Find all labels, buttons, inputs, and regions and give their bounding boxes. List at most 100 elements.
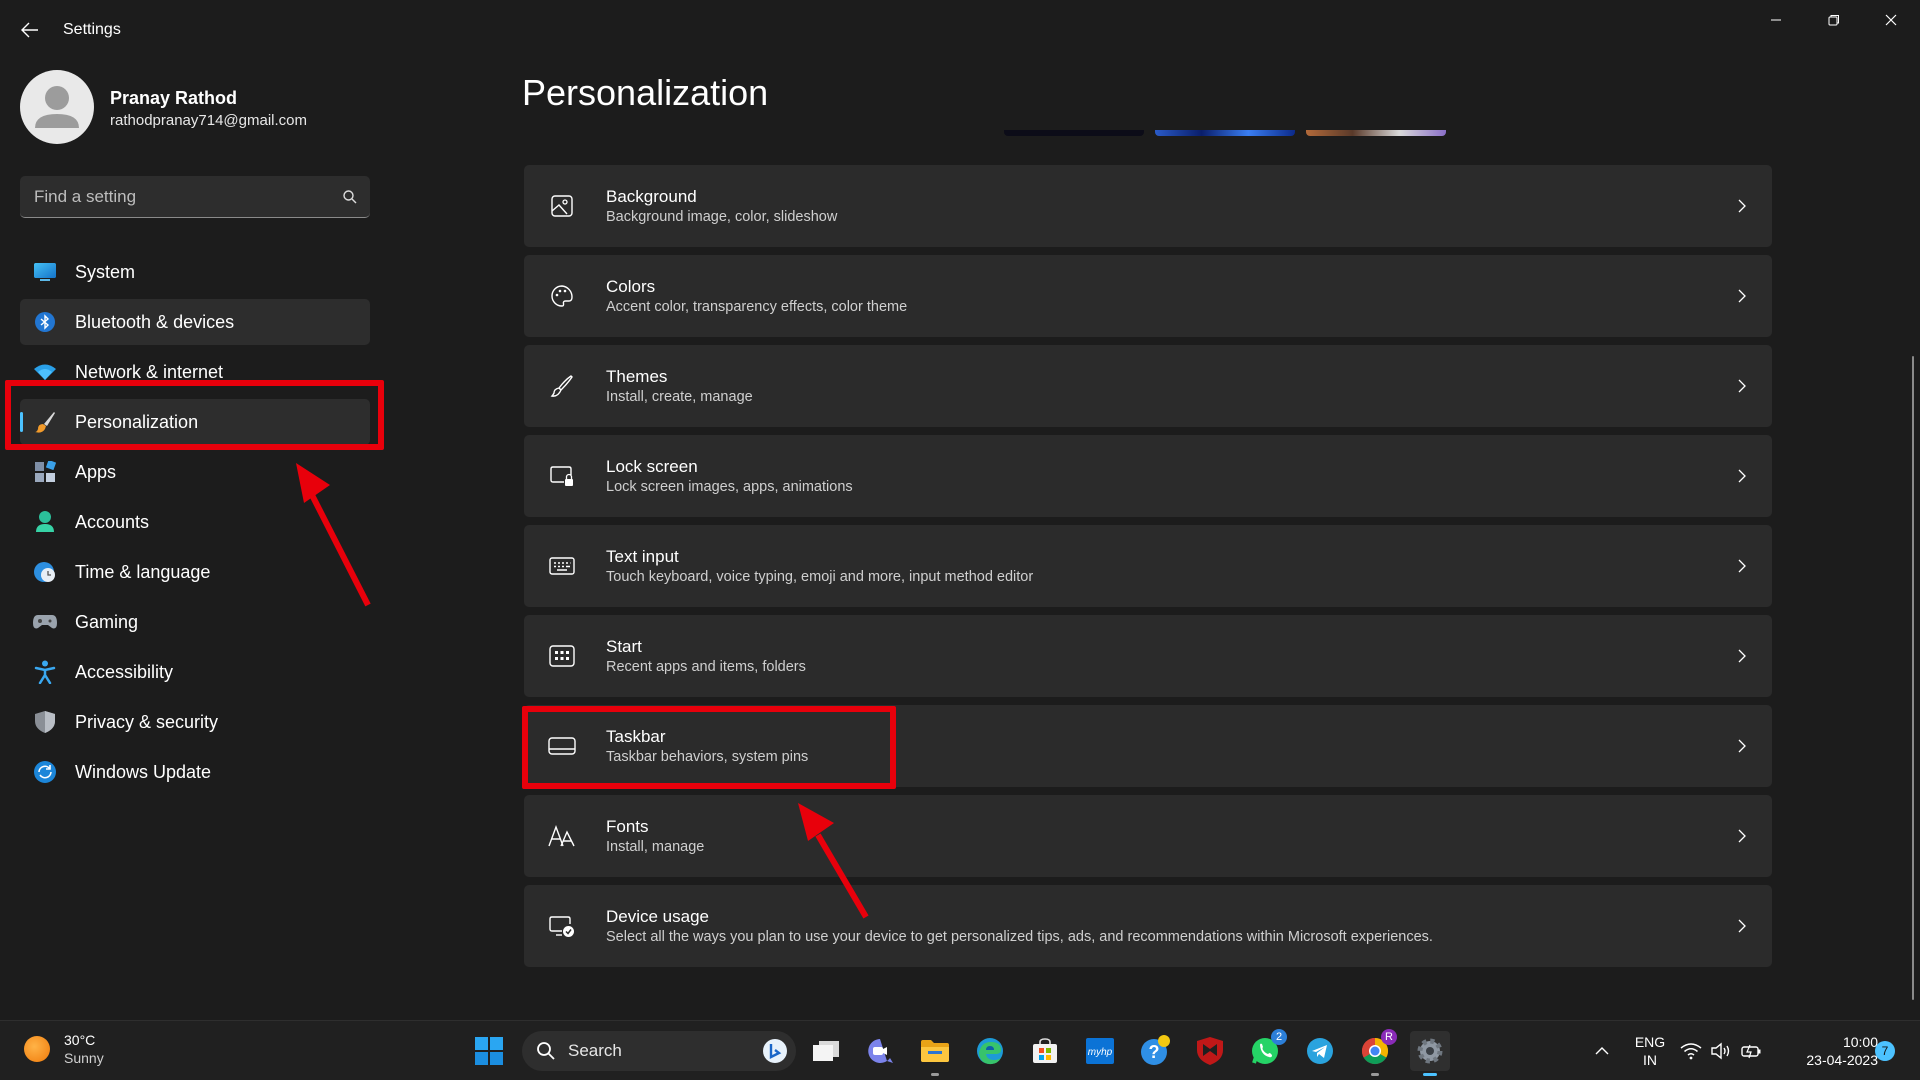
file-explorer-button[interactable] <box>915 1031 955 1076</box>
scrollbar[interactable] <box>1912 356 1914 1000</box>
card-subtitle: Install, create, manage <box>606 388 753 405</box>
taskbar-icon <box>524 736 594 756</box>
start-button[interactable] <box>469 1031 509 1071</box>
close-button[interactable] <box>1868 6 1914 34</box>
sidebar-item-network[interactable]: Network & internet <box>20 349 370 395</box>
avatar[interactable] <box>20 70 94 144</box>
settings-button[interactable] <box>1410 1031 1450 1076</box>
search-icon <box>537 1042 555 1060</box>
chevron-right-icon <box>1712 468 1772 484</box>
profile-badge: R <box>1381 1029 1397 1045</box>
system-icon <box>32 259 58 285</box>
search-box[interactable] <box>20 176 370 218</box>
clock-date: 23-04-2023 <box>1806 1052 1878 1068</box>
sidebar-item-bluetooth[interactable]: Bluetooth & devices <box>20 299 370 345</box>
card-subtitle: Install, manage <box>606 838 705 855</box>
microsoft-store-button[interactable] <box>1025 1031 1065 1071</box>
taskbar-search[interactable]: Search <box>522 1031 796 1071</box>
teams-chat-button[interactable] <box>860 1031 900 1071</box>
telegram-button[interactable] <box>1300 1031 1340 1071</box>
mcafee-button[interactable] <box>1190 1031 1230 1071</box>
sidebar-item-system[interactable]: System <box>20 249 370 295</box>
help-icon: ? <box>1141 1035 1170 1065</box>
palette-icon <box>524 284 594 308</box>
language-indicator[interactable]: ENG IN <box>1630 1033 1670 1069</box>
brush-icon <box>524 374 594 398</box>
theme-preview[interactable] <box>1155 130 1295 136</box>
weather-description: Sunny <box>64 1050 104 1066</box>
wifi-icon <box>1680 1043 1702 1060</box>
weather-widget[interactable]: 30°C Sunny <box>24 1031 104 1067</box>
card-fonts[interactable]: Fonts Install, manage <box>524 795 1772 877</box>
sidebar-item-label: Accounts <box>75 511 150 532</box>
sidebar-item-label: Apps <box>75 461 117 482</box>
clock-time: 10:00 <box>1842 1034 1878 1050</box>
card-subtitle: Accent color, transparency effects, colo… <box>606 298 908 315</box>
window-title: Settings <box>63 21 121 38</box>
weather-temperature: 30°C <box>64 1032 96 1048</box>
card-device-usage[interactable]: Device usage Select all the ways you plan… <box>524 885 1772 967</box>
chevron-right-icon <box>1712 918 1772 934</box>
card-lock-screen[interactable]: Lock screen Lock screen images, apps, ani… <box>524 435 1772 517</box>
chevron-right-icon <box>1712 648 1772 664</box>
restore-icon <box>1828 15 1839 26</box>
running-indicator <box>931 1073 939 1076</box>
sidebar-item-accessibility[interactable]: Accessibility <box>20 649 370 695</box>
sidebar-item-label: Accessibility <box>75 661 174 682</box>
card-subtitle: Touch keyboard, voice typing, emoji and … <box>606 568 1034 585</box>
sidebar-item-label: Privacy & security <box>75 711 219 732</box>
notification-badge: 2 <box>1271 1029 1287 1045</box>
card-title: Colors <box>606 276 656 296</box>
apps-icon <box>32 459 58 485</box>
camera-chat-icon <box>868 1039 893 1063</box>
windows-logo-icon <box>475 1037 503 1065</box>
minimize-button[interactable] <box>1753 6 1799 34</box>
bing-icon <box>763 1039 787 1063</box>
battery-icon <box>1741 1044 1761 1059</box>
card-subtitle: Lock screen images, apps, animations <box>606 478 853 495</box>
chrome-button[interactable]: R <box>1355 1029 1397 1076</box>
quick-settings-button[interactable] <box>1676 1031 1766 1071</box>
search-icon[interactable] <box>330 189 370 205</box>
card-text-input[interactable]: Text input Touch keyboard, voice typing, … <box>524 525 1772 607</box>
back-button[interactable] <box>14 16 46 44</box>
chevron-right-icon <box>1712 738 1772 754</box>
volume-icon <box>1711 1042 1730 1060</box>
sidebar-item-label: Windows Update <box>75 761 212 782</box>
svg-text:myhp: myhp <box>1088 1047 1113 1058</box>
card-title: Taskbar <box>606 726 666 746</box>
sidebar-item-privacy[interactable]: Privacy & security <box>20 699 370 745</box>
running-indicator <box>1423 1073 1437 1076</box>
annotation-arrow <box>798 803 869 919</box>
sidebar-item-windows-update[interactable]: Windows Update <box>20 749 370 795</box>
search-input[interactable] <box>20 186 330 207</box>
card-subtitle: Recent apps and items, folders <box>606 658 806 675</box>
task-view-button[interactable] <box>806 1031 846 1071</box>
card-colors[interactable]: Colors Accent color, transparency effects… <box>524 255 1772 337</box>
sidebar-item-personalization[interactable]: Personalization <box>20 399 370 445</box>
fonts-icon <box>524 824 594 848</box>
restore-button[interactable] <box>1811 6 1857 34</box>
user-email: rathodpranay714@gmail.com <box>110 112 307 129</box>
card-taskbar[interactable]: Taskbar Taskbar behaviors, system pins <box>524 705 1772 787</box>
theme-preview[interactable] <box>1004 130 1144 136</box>
theme-preview[interactable] <box>1306 130 1446 136</box>
edge-button[interactable] <box>970 1031 1010 1071</box>
card-title: Lock screen <box>606 456 698 476</box>
card-start[interactable]: Start Recent apps and items, folders <box>524 615 1772 697</box>
running-indicator <box>1371 1073 1379 1076</box>
svg-text:?: ? <box>1149 1042 1160 1062</box>
notification-center-button[interactable]: 7 <box>1872 1031 1898 1071</box>
sidebar-item-label: Bluetooth & devices <box>75 311 235 332</box>
edge-icon <box>977 1038 1003 1065</box>
show-hidden-icons-button[interactable] <box>1582 1031 1622 1071</box>
card-background[interactable]: Background Background image, color, slide… <box>524 165 1772 247</box>
sidebar-item-label: Time & language <box>75 561 211 582</box>
theme-previews <box>1004 130 1446 136</box>
clock[interactable]: 10:00 23-04-2023 <box>1776 1033 1878 1069</box>
keyboard-icon <box>524 556 594 576</box>
card-themes[interactable]: Themes Install, create, manage <box>524 345 1772 427</box>
get-help-button[interactable]: ? <box>1135 1031 1175 1071</box>
whatsapp-button[interactable]: 2 <box>1245 1029 1287 1071</box>
myhp-button[interactable]: myhp <box>1080 1031 1120 1071</box>
